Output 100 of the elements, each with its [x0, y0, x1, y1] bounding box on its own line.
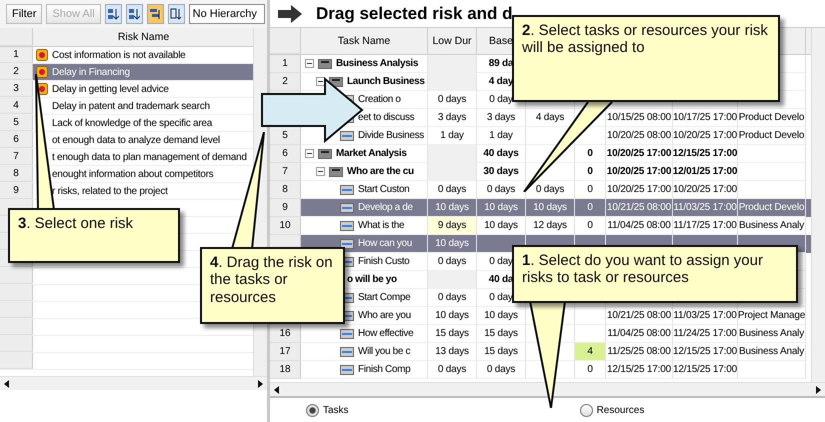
risk-row[interactable]: 7 t enough data to plan management of demand [0, 149, 253, 166]
risk-name: r risks, related to the project [52, 186, 168, 196]
sort-ascending-button[interactable] [104, 4, 122, 24]
sort-order-button[interactable] [168, 4, 185, 24]
task-name: Start Compe [358, 292, 410, 303]
horizontal-scrollbar[interactable] [0, 376, 267, 390]
task-icon [340, 238, 354, 248]
collapse-icon[interactable] [316, 77, 325, 86]
risk-name: enought information about competitors [52, 168, 214, 180]
title: Drag selected risk and d [316, 4, 513, 24]
row-number: 9 [270, 199, 301, 217]
task-name: Finish Custo [358, 256, 410, 267]
row-number: 6 [0, 132, 33, 148]
task-icon [340, 202, 354, 212]
row-number: 1 [270, 55, 301, 73]
risk-name: Delay in Financing [52, 66, 130, 78]
task-icon [340, 346, 354, 356]
summary-task-icon [318, 148, 332, 158]
task-name: Develop a de [358, 202, 413, 213]
collapse-icon[interactable] [316, 167, 325, 176]
task-name: Who are you [358, 310, 411, 321]
row-number: 8 [0, 166, 33, 182]
summary-task-icon [329, 166, 343, 176]
row-number: 9 [0, 183, 33, 199]
callout-tooltip: 3. Select one risk [8, 208, 180, 263]
table-cell: 12/15/25 17:00 [673, 361, 738, 379]
table-cell: 0 [575, 361, 606, 379]
table-cell: 0 days [428, 361, 477, 379]
radio-option[interactable]: Tasks [306, 404, 349, 416]
row-number: 2 [270, 73, 301, 91]
row-number: 2 [0, 64, 33, 80]
row-number: 7 [270, 163, 301, 181]
row-number: 5 [270, 127, 301, 145]
task-icon [340, 130, 354, 140]
risk-name: Lack of knowledge of the specific area [52, 118, 212, 128]
scroll-right-icon[interactable] [255, 378, 265, 388]
task-name: Business Analysis [336, 58, 418, 69]
collapse-icon[interactable] [305, 59, 314, 68]
task-name: Who are the cu [347, 166, 414, 177]
row-number: 7 [0, 149, 33, 165]
row-number: 18 [270, 361, 301, 379]
task-name: Will you be c [358, 346, 410, 357]
task-icon [340, 184, 354, 194]
row-number: 1 [0, 47, 33, 63]
task-row[interactable]: 9 Develop a de 10 days 10 days 10 days 0 10/21/25 08:00 11/03/25 17:00 Product Develo [270, 199, 811, 217]
callout-tooltip: 4. Drag the risk on the tasks or resources [200, 247, 345, 324]
task-name: Divide Business [358, 130, 424, 141]
risk-name: t enough data to plan management of demand [52, 152, 247, 162]
risk-row[interactable]: 1 Cost information is not available [0, 47, 253, 64]
collapse-icon[interactable] [305, 149, 314, 158]
row-number: 17 [270, 343, 301, 361]
sort-descending-button[interactable] [126, 4, 143, 24]
radio-option[interactable]: Resources [580, 404, 644, 416]
risk-row[interactable]: 6 ot enough data to analyze demand level [0, 132, 253, 149]
task-icon [340, 220, 354, 230]
risk-name: Delay in getting level advice [52, 84, 169, 94]
table-cell: 4 [575, 343, 606, 361]
vertical-scrollbar[interactable] [811, 28, 825, 382]
risk-row[interactable]: 2 Delay in Financing [0, 64, 253, 81]
risk-row[interactable]: 4 Delay in patent and trademark search [0, 98, 253, 115]
table-cell: 9 days [428, 217, 477, 235]
hierarchy-button[interactable] [146, 4, 164, 24]
row-number: 4 [0, 98, 33, 114]
column-header[interactable]: Low Dur [428, 28, 477, 54]
risk-row[interactable]: 5 Lack of knowledge of the specific area [0, 115, 253, 132]
scroll-left-icon[interactable] [2, 378, 12, 388]
task-name: Launch Business [347, 76, 425, 87]
hierarchy-dropdown[interactable]: No Hierarchy [188, 4, 265, 24]
task-name: Finish Comp [358, 364, 410, 375]
column-header[interactable]: Task Name [301, 28, 428, 54]
row-number: 16 [270, 325, 301, 343]
scroll-right-icon[interactable] [813, 384, 823, 394]
arrow-icon [278, 4, 302, 22]
sort-descending-icon [128, 7, 140, 21]
row-number: 6 [270, 145, 301, 163]
sort-ascending-icon [107, 7, 120, 21]
horizontal-scrollbar[interactable] [270, 382, 825, 396]
task-name: How effective [358, 328, 414, 339]
task-name: How can you [358, 238, 412, 249]
scroll-left-icon[interactable] [272, 384, 282, 394]
task-icon [340, 328, 354, 338]
row-number: 3 [0, 81, 33, 97]
risk-name: Delay in patent and trademark search [52, 100, 210, 112]
row-number: 8 [270, 181, 301, 199]
risk-name: Cost information is not available [52, 50, 186, 60]
risk-name: ot enough data to analyze demand level [52, 134, 220, 146]
row-number: 10 [270, 217, 301, 235]
hierarchy-icon [149, 7, 162, 21]
table-cell: 0 days [477, 361, 526, 379]
sort-order-icon [170, 7, 182, 21]
row-number: 5 [0, 115, 33, 131]
task-name: eet to discuss [358, 112, 414, 123]
summary-task-icon [318, 58, 332, 68]
filter-button[interactable]: Filter [6, 4, 42, 24]
risk-row[interactable]: 3 Delay in getting level advice [0, 81, 253, 98]
task-name: o will be yo [347, 274, 397, 285]
task-name: Market Analysis [336, 148, 407, 159]
task-icon [340, 364, 354, 374]
table-cell: 12/15/25 17:00 [606, 361, 673, 379]
task-name: Creation o [358, 94, 401, 105]
